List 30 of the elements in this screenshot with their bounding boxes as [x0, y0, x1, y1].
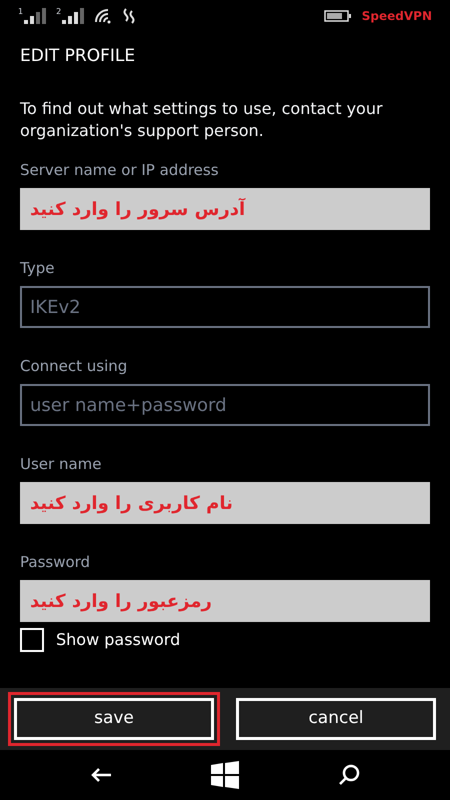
- page-title: EDIT PROFILE: [20, 45, 136, 68]
- signal-icon: [62, 8, 84, 24]
- field-label: User name: [20, 454, 102, 474]
- wifi-icon: [94, 8, 112, 24]
- sim-number: 2: [56, 8, 62, 16]
- search-icon[interactable]: [338, 764, 360, 786]
- field-value: آدرس سرور را وارد کنید: [30, 197, 246, 222]
- windows-icon[interactable]: [210, 761, 239, 789]
- checkbox[interactable]: [20, 628, 44, 652]
- input-field[interactable]: نام کاربری را وارد کنید: [20, 482, 430, 524]
- back-icon[interactable]: [90, 767, 112, 783]
- field-label: Password: [20, 552, 92, 572]
- input-field[interactable]: رمزعبور را وارد کنید: [20, 580, 430, 622]
- field-value: رمزعبور را وارد کنید: [30, 590, 212, 614]
- battery-icon: [324, 10, 352, 22]
- sim-number: 1: [18, 8, 24, 16]
- field-value: نام کاربری را وارد کنید: [30, 492, 233, 516]
- input-field[interactable]: آدرس سرور را وارد کنید: [20, 188, 430, 230]
- signal-icon: [24, 8, 46, 24]
- field-label: Connect using: [20, 356, 128, 376]
- vpn-label: SpeedVPN: [362, 8, 432, 25]
- field-label: Type: [20, 258, 56, 278]
- field-value: IKEv2: [30, 296, 81, 320]
- checkbox-label: Show password: [56, 629, 180, 651]
- field-value: user name+password: [30, 394, 227, 418]
- field-label: Server name or IP address: [20, 160, 220, 180]
- wave-icon: [122, 8, 136, 24]
- intro-text: To find out what settings to use, contact your organization's support person.: [20, 98, 384, 142]
- save-button[interactable]: save: [14, 698, 214, 740]
- cancel-button[interactable]: cancel: [236, 698, 436, 740]
